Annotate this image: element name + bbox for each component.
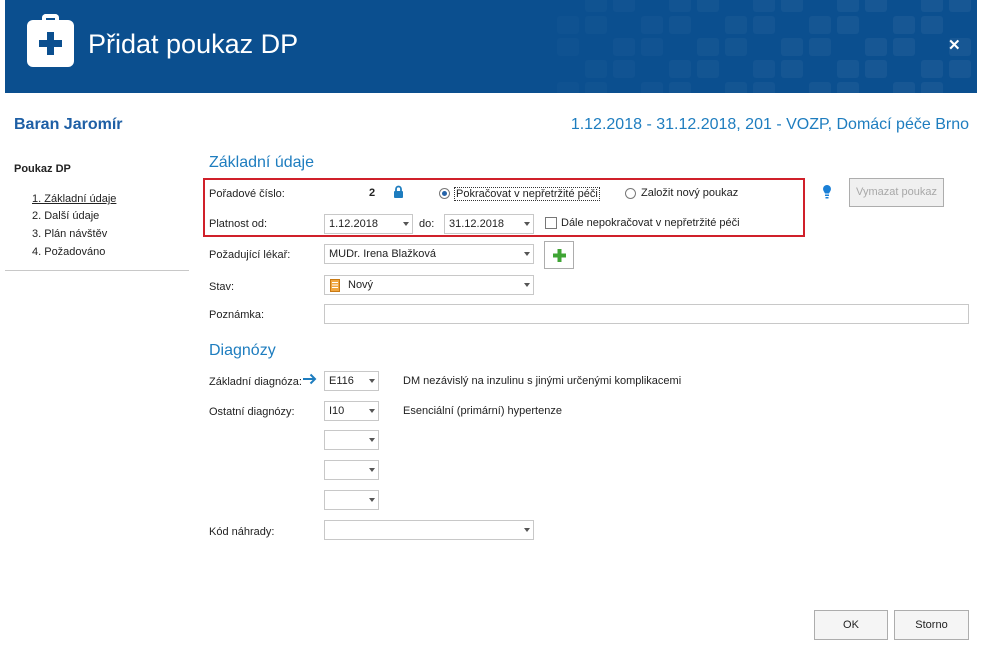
other-diagnosis-select[interactable] — [324, 430, 379, 450]
other-diagnosis-description: Esenciální (primární) hypertenze — [403, 405, 562, 417]
dialog-header: Přidat poukaz DP ✕ — [5, 0, 977, 93]
replacement-code-select[interactable] — [324, 520, 534, 540]
doctor-select[interactable]: MUDr. Irena Blažková — [324, 244, 534, 264]
main-diagnosis-label: Základní diagnóza: — [209, 376, 302, 388]
sidebar-item-dalsi-udaje[interactable]: 2. Další údaje — [32, 210, 99, 222]
section-basic-title: Základní údaje — [209, 154, 314, 171]
status-select[interactable]: Nový — [324, 275, 534, 295]
status-label: Stav: — [209, 281, 235, 293]
note-field[interactable] — [324, 304, 969, 324]
status-value: Nový — [348, 279, 374, 291]
other-diagnosis-code: I10 — [329, 405, 345, 417]
main-diagnosis-code: E116 — [329, 375, 354, 387]
chevron-down-icon[interactable] — [369, 438, 375, 442]
chevron-down-icon[interactable] — [369, 468, 375, 472]
lightbulb-icon[interactable] — [822, 184, 832, 200]
other-diagnosis-select[interactable] — [324, 490, 379, 510]
replacement-code-label: Kód náhrady: — [209, 526, 275, 538]
highlight-frame — [203, 178, 805, 237]
sidebar-divider — [5, 270, 189, 271]
main-diagnosis-description: DM nezávislý na inzulinu s jinými určený… — [403, 375, 682, 387]
ok-button[interactable]: OK — [814, 610, 888, 640]
delete-voucher-button[interactable]: Vymazat poukaz — [849, 178, 944, 207]
section-diagnoses-title: Diagnózy — [209, 342, 276, 359]
sidebar-title: Poukaz DP — [14, 163, 71, 175]
chevron-down-icon[interactable] — [369, 409, 375, 413]
dialog-title: Přidat poukaz DP — [88, 29, 299, 59]
main-diagnosis-select[interactable]: E116 — [324, 371, 379, 391]
sidebar-item-plan-navstev[interactable]: 3. Plán návštěv — [32, 228, 107, 240]
medical-kit-icon — [27, 14, 74, 67]
chevron-down-icon[interactable] — [524, 528, 530, 532]
note-label: Poznámka: — [209, 309, 265, 321]
patient-name: Baran Jaromír — [14, 116, 123, 133]
chevron-down-icon[interactable] — [524, 283, 530, 287]
doctor-value: MUDr. Irena Blažková — [329, 248, 436, 260]
chevron-down-icon[interactable] — [369, 379, 375, 383]
other-diagnosis-select[interactable] — [324, 460, 379, 480]
doctor-label: Požadující lékař: — [209, 249, 291, 261]
header-decoration — [557, 0, 977, 93]
plus-icon — [553, 249, 566, 262]
arrow-right-icon — [303, 373, 317, 385]
chevron-down-icon[interactable] — [524, 252, 530, 256]
status-document-icon — [330, 279, 340, 292]
chevron-down-icon[interactable] — [369, 498, 375, 502]
cancel-button[interactable]: Storno — [894, 610, 969, 640]
other-diagnosis-select[interactable]: I10 — [324, 401, 379, 421]
patient-period: 1.12.2018 - 31.12.2018, 201 - VOZP, Domá… — [570, 116, 969, 133]
other-diagnoses-label: Ostatní diagnózy: — [209, 406, 295, 418]
sidebar-item-zakladni-udaje[interactable]: 1. Základní údaje — [32, 193, 116, 205]
sidebar-item-pozadovano[interactable]: 4. Požadováno — [32, 246, 105, 258]
add-doctor-button[interactable] — [544, 241, 574, 269]
close-icon[interactable]: ✕ — [948, 36, 961, 54]
